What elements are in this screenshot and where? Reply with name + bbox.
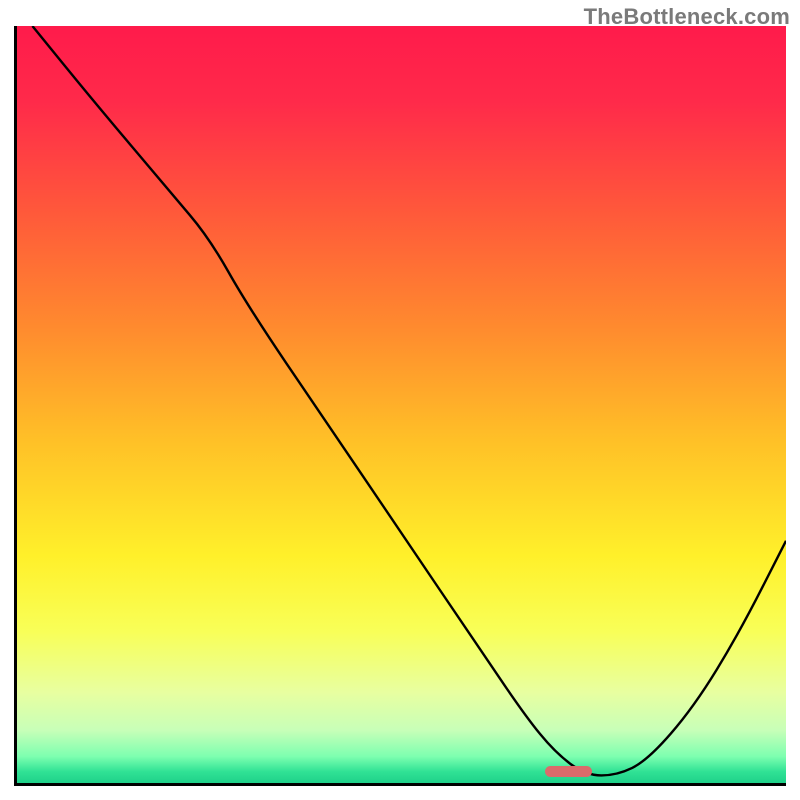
plot-svg <box>17 26 786 783</box>
chart-canvas: TheBottleneck.com <box>0 0 800 800</box>
gradient-background <box>17 26 786 783</box>
optimal-range-marker <box>545 766 593 777</box>
